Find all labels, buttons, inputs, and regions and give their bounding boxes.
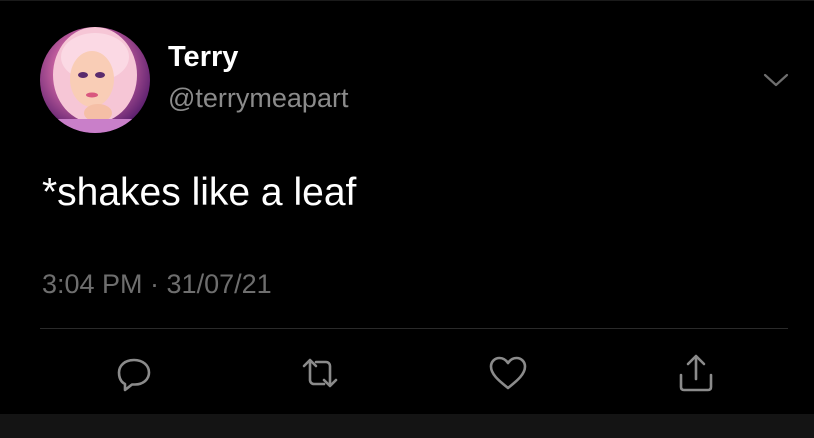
user-handle[interactable]: @terrymeapart	[168, 83, 348, 114]
retweet-icon	[302, 358, 338, 388]
tweet-text: *shakes like a leaf	[42, 171, 357, 214]
tweet-timestamp[interactable]: 3:04 PM · 31/07/21	[42, 269, 272, 300]
like-button[interactable]	[488, 353, 528, 393]
avatar[interactable]	[40, 27, 150, 133]
retweet-button[interactable]	[300, 353, 340, 393]
avatar-image	[53, 27, 137, 133]
display-name[interactable]: Terry	[168, 41, 238, 74]
divider	[40, 328, 788, 329]
bottom-strip	[0, 414, 814, 438]
share-button[interactable]	[676, 353, 716, 393]
reply-button[interactable]	[114, 353, 154, 393]
heart-icon	[489, 356, 527, 390]
chevron-down-icon[interactable]	[762, 71, 790, 89]
tweet-card: Terry @terrymeapart *shakes like a leaf …	[0, 0, 814, 415]
share-icon	[679, 354, 713, 392]
reply-icon	[117, 358, 151, 392]
